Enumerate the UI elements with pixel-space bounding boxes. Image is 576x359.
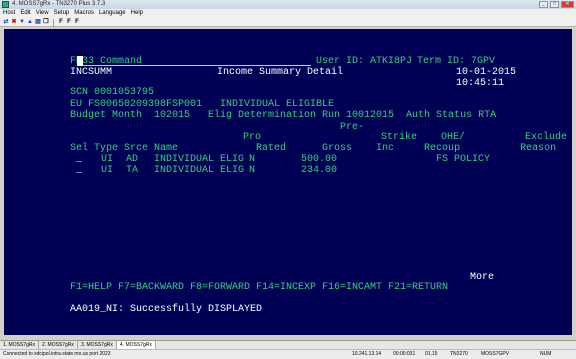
pf-button-2[interactable]: F [66, 19, 72, 26]
income-name: INDIVIDUAL ELIG [154, 165, 245, 176]
screen-id: INCSUMM [70, 67, 113, 78]
copy-icon[interactable]: ❐ [43, 19, 49, 26]
arrow-up-icon[interactable]: ▲ [27, 19, 33, 26]
eu-line: EU FS00650209398FSP001 INDIVIDUAL ELIGIB… [70, 99, 335, 110]
column-header-2: Pro Strike OHE/ Exclude [243, 132, 568, 143]
income-prorated: N [249, 165, 256, 176]
income-source: TA [126, 165, 139, 176]
minimize-button[interactable]: _ [539, 1, 548, 8]
window-controls: _ □ ✕ [539, 1, 574, 8]
term-id: Term ID: 7GPV [417, 56, 496, 67]
terminal-row-command: FM33 Command User ID: ATKI8PJ Term ID: 7… [4, 56, 572, 67]
more-indicator: More [470, 272, 495, 283]
terminal-row-header: INCSUMM Income Summary Detail 10-01-2015 [4, 67, 572, 78]
print-icon[interactable]: ▤ [35, 19, 41, 26]
menu-bar: Host Edit View Setup Macros Language Hel… [0, 9, 576, 18]
arrow-down-icon[interactable]: ▼ [19, 19, 25, 26]
app-icon [2, 1, 9, 8]
income-type: UI [101, 165, 114, 176]
menu-host[interactable]: Host [0, 9, 17, 18]
menu-edit[interactable]: Edit [17, 9, 32, 18]
income-name: INDIVIDUAL ELIG [154, 154, 245, 165]
disconnect-icon[interactable]: ✖ [11, 19, 17, 26]
screen-date: 10-01-2015 [456, 67, 517, 78]
menu-macros[interactable]: Macros [71, 9, 96, 18]
income-row: _ UI TA INDIVIDUAL ELIG N 234.00 [4, 165, 572, 176]
pf-button-1[interactable]: F [58, 19, 64, 26]
menu-help[interactable]: Help [128, 9, 145, 18]
income-prorated: N [249, 154, 256, 165]
toolbar-separator [53, 18, 54, 26]
menu-language[interactable]: Language [96, 9, 128, 18]
income-source: AD [126, 154, 139, 165]
income-gross: 234.00 [301, 165, 338, 176]
select-field[interactable]: _ [76, 154, 82, 165]
budget-line: Budget Month 102015 Elig Determination R… [70, 110, 497, 121]
screen-time: 10:45:11 [456, 78, 505, 89]
pf-keys-line: F1=HELP F7=BACKWARD F8=FORWARD F14=INCEX… [70, 282, 449, 293]
menu-setup[interactable]: Setup [51, 9, 72, 18]
window-title: 4. MOSS7gRx - TN3270 Plus 3.7.3 [12, 1, 106, 7]
toolbar: ⇄ ✖ ▼ ▲ ▤ ❐ F F F [0, 18, 576, 27]
screen-title: Income Summary Detail [217, 67, 344, 78]
income-gross: 500.00 [301, 154, 338, 165]
column-header-3: Sel Type Srce Name Rated Gross Inc Recou… [70, 143, 557, 154]
close-button[interactable]: ✕ [561, 1, 574, 8]
income-type: UI [101, 154, 114, 165]
pf-button-3[interactable]: F [74, 19, 80, 26]
message-line: AA019_NI: Successfully DISPLAYED [70, 304, 263, 315]
select-field[interactable]: _ [76, 165, 82, 176]
scn-line: SCN 0001053795 [70, 87, 155, 98]
maximize-button[interactable]: □ [550, 1, 559, 8]
menu-view[interactable]: View [33, 9, 51, 18]
user-id: User ID: ATKI8PJ [316, 56, 413, 67]
connect-icon[interactable]: ⇄ [3, 19, 9, 26]
income-row: _ UI AD INDIVIDUAL ELIG N 500.00 FS POLI… [4, 154, 572, 165]
exclude-reason: FS POLICY [436, 154, 491, 165]
terminal-screen[interactable]: FM33 Command User ID: ATKI8PJ Term ID: 7… [4, 29, 572, 335]
command-input[interactable] [83, 65, 311, 66]
